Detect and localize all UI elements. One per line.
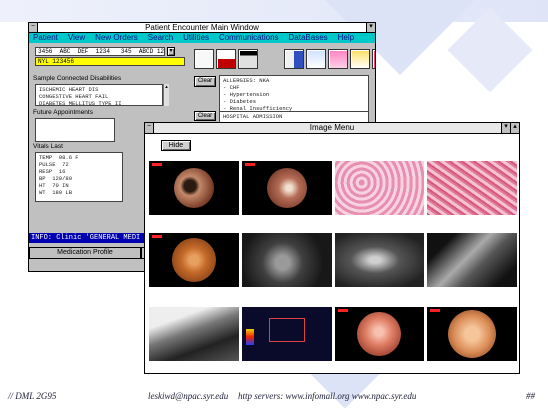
image-row-2 [149,233,517,287]
endoscopy-image-thumbnail[interactable] [149,161,239,215]
image-row-3 [149,307,517,361]
xray-image-thumbnail[interactable] [241,233,332,287]
menu-databases[interactable]: DataBases [289,33,328,43]
patient-id-field[interactable]: 3456 ABC DEF 1234 345 ABCD 12 [35,47,165,56]
future-appointments-list[interactable] [35,118,115,142]
patient-window-title: Patient Encounter Main Window [145,23,259,32]
connected-list-scrollbar[interactable]: ▴ [163,84,169,106]
orders-icon[interactable] [284,49,304,69]
endoscopy-image-thumbnail[interactable] [427,307,517,361]
reports-icon[interactable] [350,49,370,69]
pharmacy-icon[interactable] [328,49,348,69]
histology-image-thumbnail[interactable] [334,161,425,215]
endoscopy-image-thumbnail[interactable] [149,233,239,287]
menu-patient[interactable]: Patient [33,33,58,43]
slide-footer: // DML 2G95 leskiwd@npac.syr.edu http se… [0,388,548,406]
record-icon[interactable] [216,49,236,69]
images-icon[interactable] [372,49,375,69]
chart-icon[interactable] [238,49,258,69]
ultrasound-image-thumbnail[interactable] [241,307,332,361]
clear-button[interactable]: Clear [194,76,216,87]
tab-medication-profile[interactable]: Medication Profile [29,247,141,259]
endoscopy-image-thumbnail[interactable] [334,307,425,361]
minimize-icon[interactable]: ▾ [366,23,375,32]
image-window-titlebar: − Image Menu ▾ ▴ [145,123,519,134]
menu-help[interactable]: Help [338,33,354,43]
connected-disabilities-label: Sample Connected Disabilities [33,75,122,82]
vitals-list[interactable]: TEMP 98.6 F PULSE 72 RESP 16 BP 120/80 H… [35,152,123,202]
image-window-title: Image Menu [309,123,355,132]
minimize-icon[interactable]: ▾ [501,123,510,133]
footer-page-mark: ## [526,391,535,401]
system-menu-icon[interactable]: − [145,123,154,133]
image-row-1 [149,161,517,215]
endoscopy-image-thumbnail[interactable] [241,161,332,215]
menu-new-orders[interactable]: New Orders [95,33,138,43]
footer-email: leskiwd@npac.syr.edu [148,391,229,401]
menu-communications[interactable]: Communications [219,33,279,43]
patient-window-titlebar: − Patient Encounter Main Window ▾ [29,23,375,33]
footer-servers: http servers: www.infomall.org www.npac.… [238,391,417,401]
vitals-label: Vitals Last [33,143,63,150]
patient-dropdown-icon[interactable]: ▾ [167,47,175,56]
xray-image-thumbnail[interactable] [149,307,239,361]
angiography-image-thumbnail[interactable] [334,233,425,287]
menu-search[interactable]: Search [148,33,173,43]
patient-menubar: Patient View New Orders Search Utilities… [29,33,375,43]
maximize-icon[interactable]: ▴ [510,123,519,133]
menu-view[interactable]: View [68,33,85,43]
menu-utilities[interactable]: Utilities [183,33,209,43]
hide-button[interactable]: Hide [161,140,191,151]
future-appointments-label: Future Appointments [33,109,93,116]
xray-image-thumbnail[interactable] [427,233,517,287]
histology-image-thumbnail[interactable] [427,161,517,215]
footer-left-text: // DML 2G95 [8,391,57,401]
system-menu-icon[interactable]: − [29,23,38,32]
image-menu-window: − Image Menu ▾ ▴ Hide [144,122,520,374]
notes-icon[interactable] [194,49,214,69]
patient-name-field[interactable]: NYL 123456 [35,57,185,66]
connected-disabilities-list[interactable]: ISCHEMIC HEART DIS CONGESTIVE HEART FAIL… [35,84,163,106]
clinical-notes-area[interactable]: ALLERGIES: NKA - CHF - Hypertension - Di… [219,75,369,113]
labs-icon[interactable] [306,49,326,69]
clear-button-2[interactable]: Clear [194,111,216,121]
